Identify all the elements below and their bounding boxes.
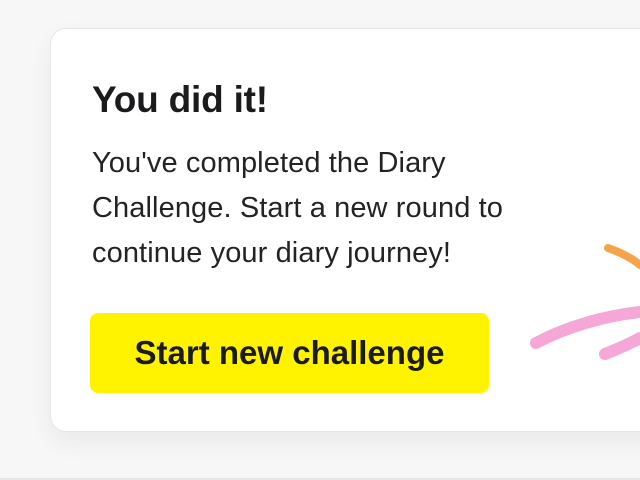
decorative-doodle [530,244,640,360]
completion-title: You did it! [92,79,268,120]
orange-doodle-stroke [604,244,640,269]
completion-message: You've completed the Diary Challenge. St… [92,147,503,269]
start-new-challenge-button[interactable]: Start new challenge [90,313,489,393]
diary-challenge-page: You did it! You've completed the Diary C… [0,0,640,480]
pink-doodle-stroke [530,306,640,360]
